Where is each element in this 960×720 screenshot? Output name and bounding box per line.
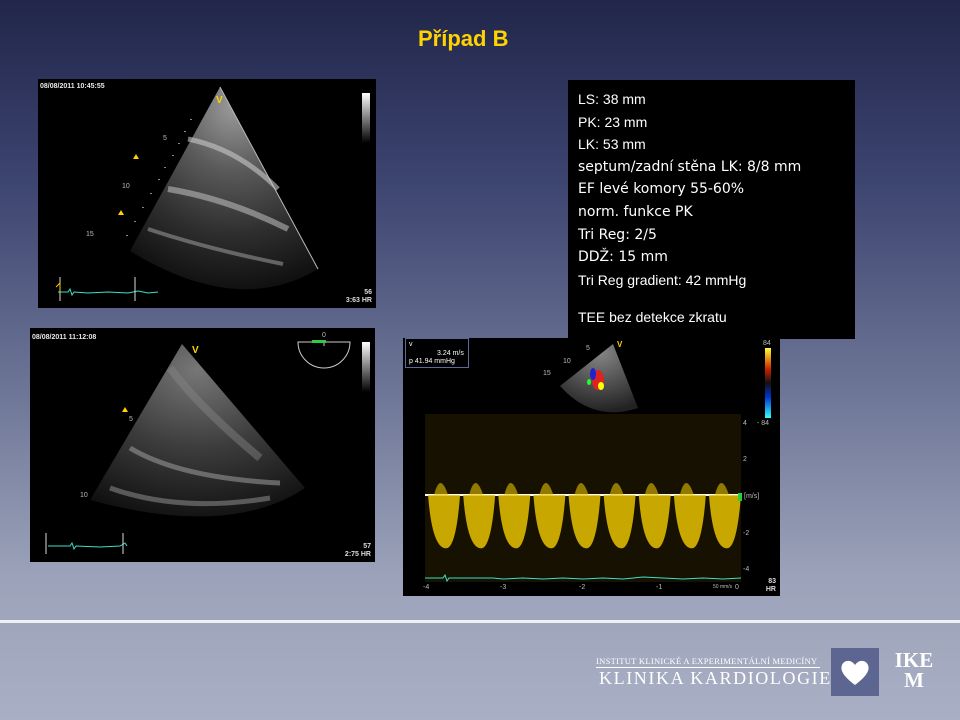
sweep-speed: 50 mm/s: [713, 584, 733, 590]
time-hr-label: 3:63 HR: [345, 297, 372, 304]
time-tick: 0: [735, 584, 739, 591]
velocity-tick: -2: [743, 530, 750, 537]
depth-tick: 5: [129, 416, 133, 423]
department-name: KLINIKA KARDIOLOGIE: [599, 668, 832, 688]
velocity-tick: 2: [743, 456, 747, 463]
timestamp: 08/08/2011 11:12:08: [32, 334, 97, 341]
finding-line: norm. funkce PK: [578, 203, 693, 220]
pressure-readout: p 41.94 mmHg: [409, 358, 455, 365]
unit-label: [m/s]: [744, 493, 760, 500]
depth-tick: 10: [80, 492, 88, 499]
inset-tick: 5: [586, 345, 590, 352]
heart-icon: [841, 660, 869, 685]
velocity-readout: 3.24 m/s: [437, 349, 464, 357]
v-label: v: [409, 341, 413, 348]
time-tick: -2: [579, 584, 586, 591]
tee-note: TEE bez detekce zkratu: [578, 309, 727, 326]
grayscale-bar: [362, 93, 370, 143]
velocity-tick: -4: [743, 566, 750, 573]
finding-line: septum/zadní stěna LK: 8/8 mm: [578, 158, 802, 175]
finding-line: DDŽ: 15 mm: [578, 249, 668, 266]
hr-value: 83: [768, 578, 776, 585]
finding-line: EF levé komory 55-60%: [578, 181, 745, 198]
orientation-marker: V: [192, 345, 199, 356]
ikem-logo: IKE M: [892, 650, 936, 692]
hr-readout: 56 3:63 HR: [346, 289, 372, 305]
hr-label: HR: [765, 586, 776, 593]
finding-line: LK: 53 mm: [578, 136, 646, 153]
velocity-tick: 4: [743, 420, 747, 427]
inset-label: 0: [322, 332, 326, 339]
color-scale-bottom: - 84: [757, 420, 770, 427]
measurement-box: v 3.24 m/s p 41.94 mmHg: [405, 338, 469, 368]
hr-value: 57: [363, 543, 371, 550]
finding-line: LS: 38 mm: [578, 91, 646, 107]
hr-readout: 57 2:75 HR: [345, 543, 371, 559]
echo-image-top: 08/08/2011 10:45:55 V 5 10 15 56 3:63 HR: [38, 79, 376, 308]
institute-name: INSTITUT KLINICKÉ A EXPERIMENTÁLNÍ MEDIC…: [596, 656, 818, 666]
echo-sector-top: [55, 86, 319, 301]
finding-line: Tri Reg gradient: 42 mmHg: [578, 271, 747, 288]
inset-tick: 10: [563, 358, 571, 365]
time-tick: -3: [500, 584, 507, 591]
orientation-marker: V: [216, 95, 223, 106]
hr-readout: 83 HR: [766, 578, 776, 594]
depth-tick: 5: [163, 135, 167, 142]
finding-line: PK: 23 mm: [578, 113, 648, 130]
inset-tick: 15: [543, 370, 551, 377]
grayscale-bar: [362, 342, 370, 392]
time-tick: -4: [423, 584, 430, 591]
echo-image-bottom: 08/08/2011 11:12:08 V 0 5 10 57 2:75 HR: [30, 328, 375, 562]
depth-tick: 10: [122, 183, 130, 190]
finding-line: Tri Reg: 2/5: [578, 226, 657, 243]
heart-logo: [831, 648, 879, 696]
time-tick: -1: [656, 584, 663, 591]
ikem-line2: M: [904, 668, 924, 692]
hr-value: 56: [364, 289, 372, 296]
inset-orientation-marker: V: [617, 340, 623, 349]
depth-tick: 15: [86, 231, 94, 238]
findings-box: LS: 38 mm PK: 23 mm LK: 53 mm septum/zad…: [568, 80, 855, 339]
doppler-spectrum: [425, 344, 771, 583]
timestamp: 08/08/2011 10:45:55: [40, 83, 105, 90]
time-hr-label: 2:75 HR: [344, 551, 371, 558]
color-scale-top: 84: [763, 340, 771, 347]
slide-title: Případ B: [418, 26, 509, 51]
echo-sector-bottom: [45, 340, 351, 554]
footer-divider: [0, 620, 960, 623]
doppler-image: v 3.24 m/s p 41.94 mmHg V 5 10 15 84 - 8…: [403, 338, 780, 596]
